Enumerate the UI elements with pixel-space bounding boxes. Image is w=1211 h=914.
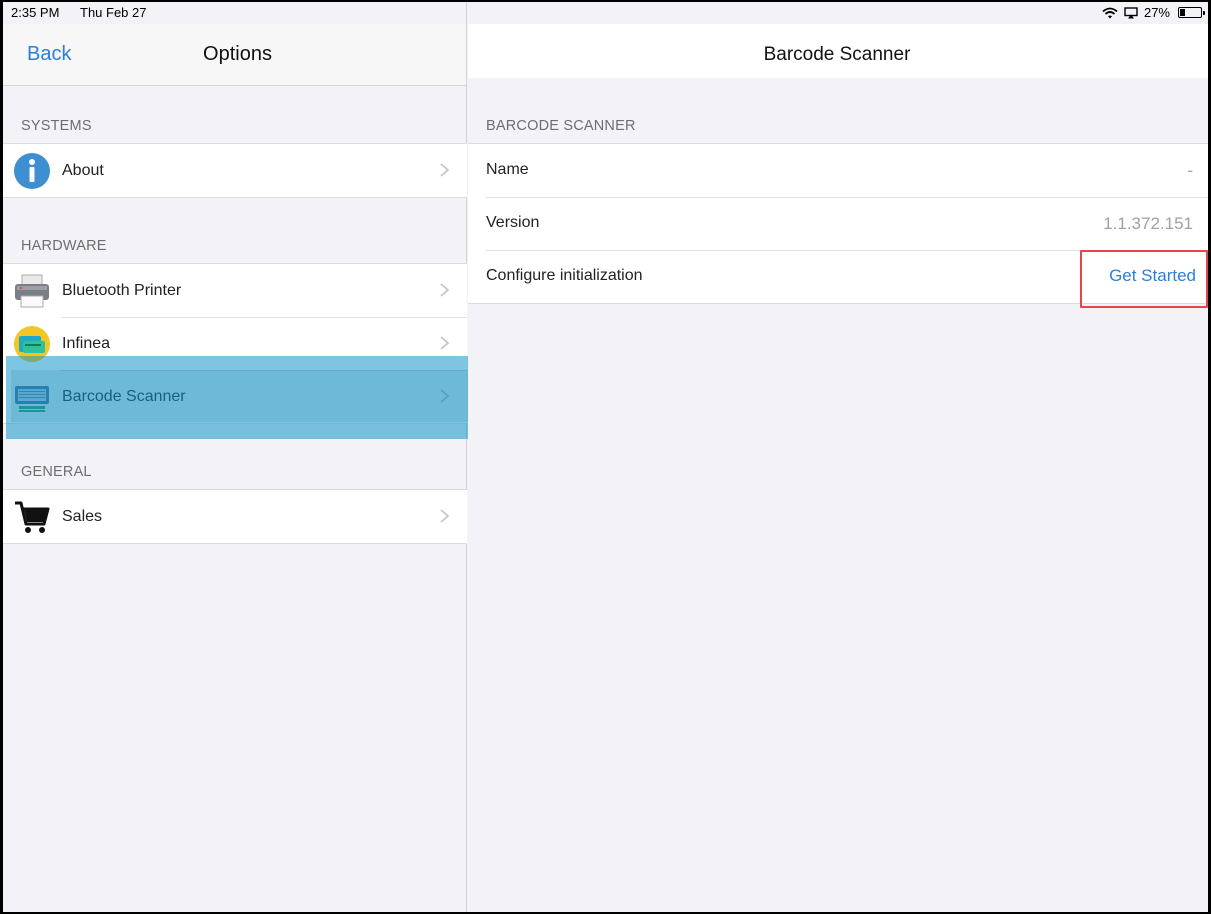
options-item-infinea[interactable]: Infinea (3, 317, 467, 370)
options-item-about[interactable]: About (3, 144, 467, 197)
detail-nav-bar: Barcode Scanner (468, 24, 1208, 78)
airplay-icon (1124, 6, 1138, 18)
section-header-barcode-scanner: BARCODE SCANNER (486, 118, 636, 134)
options-item-label: Infinea (62, 334, 111, 352)
detail-row-name: Name - (468, 144, 1208, 197)
options-item-bluetooth-printer[interactable]: Bluetooth Printer (3, 264, 467, 317)
detail-row-version: Version 1.1.372.151 (468, 197, 1208, 250)
systems-group: About (3, 143, 467, 198)
info-icon (14, 153, 50, 189)
battery-percentage: 27% (1143, 5, 1170, 20)
hardware-group: Bluetooth Printer Infinea Barcode Scanne… (3, 263, 467, 424)
shopping-cart-icon (15, 501, 50, 533)
section-header-systems: SYSTEMS (21, 118, 92, 134)
status-indicators: 27% (1102, 5, 1205, 20)
status-bar: 2:35 PM Thu Feb 27 27% (3, 2, 1208, 24)
options-item-label: Sales (62, 507, 103, 525)
annotation-highlight-box (1080, 250, 1208, 308)
chevron-right-icon (440, 389, 449, 403)
options-pane: Back Options SYSTEMS About HARDWARE Blue… (3, 2, 473, 912)
battery-level (1180, 9, 1185, 16)
version-value: 1.1.372.151 (1103, 214, 1193, 233)
options-item-barcode-scanner[interactable]: Barcode Scanner (3, 370, 467, 423)
barcode-scanner-icon (15, 386, 49, 412)
options-item-label: About (62, 161, 104, 179)
detail-row-label: Name (486, 161, 529, 178)
options-item-label: Bluetooth Printer (62, 281, 182, 299)
chevron-right-icon (440, 283, 449, 297)
infinea-icon (14, 326, 50, 362)
chevron-right-icon (440, 509, 449, 523)
printer-icon (15, 274, 49, 308)
name-value: - (1187, 161, 1193, 180)
general-group: Sales (3, 489, 467, 544)
options-item-label: Barcode Scanner (62, 387, 186, 405)
options-item-sales[interactable]: Sales (3, 490, 467, 543)
ipad-screen: Back Options SYSTEMS About HARDWARE Blue… (3, 2, 1208, 912)
status-date: Thu Feb 27 (80, 5, 147, 20)
chevron-right-icon (440, 336, 449, 350)
section-header-hardware: HARDWARE (21, 238, 107, 254)
options-nav-bar: Back Options (3, 24, 466, 86)
detail-row-label: Configure initialization (486, 267, 643, 284)
chevron-right-icon (440, 163, 449, 177)
status-time: 2:35 PM (11, 5, 60, 20)
wifi-icon (1102, 7, 1118, 18)
detail-title: Barcode Scanner (763, 44, 911, 65)
detail-pane: Barcode Scanner BARCODE SCANNER Name - V… (468, 2, 1208, 912)
detail-row-label: Version (486, 214, 540, 231)
battery-icon (1178, 7, 1205, 18)
options-title: Options (203, 43, 272, 65)
section-header-general: GENERAL (21, 464, 92, 480)
